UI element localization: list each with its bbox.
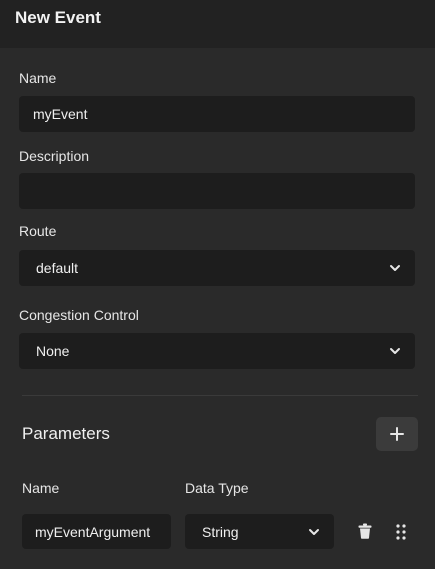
congestion-control-select[interactable]: None	[19, 333, 415, 369]
parameter-name-input[interactable]	[22, 514, 171, 549]
description-field[interactable]	[19, 173, 415, 209]
panel-header: New Event	[0, 0, 435, 48]
drag-handle[interactable]	[396, 524, 406, 540]
parameter-name-field[interactable]	[22, 514, 171, 549]
drag-handle-icon	[396, 524, 406, 540]
congestion-control-label: Congestion Control	[19, 307, 139, 323]
route-select[interactable]: default	[19, 250, 415, 286]
chevron-down-icon	[390, 265, 400, 271]
plus-icon	[390, 427, 404, 441]
chevron-down-icon	[309, 529, 319, 535]
section-divider	[22, 395, 418, 396]
chevron-down-icon	[390, 348, 400, 354]
name-field[interactable]	[19, 96, 415, 132]
route-label: Route	[19, 223, 57, 239]
delete-parameter-button[interactable]	[358, 523, 372, 539]
name-label: Name	[19, 70, 57, 86]
congestion-control-selected-value: None	[36, 343, 70, 359]
panel-title: New Event	[15, 8, 101, 27]
parameter-type-selected-value: String	[202, 524, 239, 540]
name-input[interactable]	[19, 96, 415, 132]
description-input[interactable]	[19, 173, 415, 209]
parameter-name-column-label: Name	[22, 480, 60, 496]
route-selected-value: default	[36, 260, 79, 276]
description-label: Description	[19, 148, 90, 164]
parameters-title: Parameters	[22, 424, 110, 443]
parameter-type-column-label: Data Type	[185, 480, 249, 496]
trash-icon	[358, 523, 372, 539]
parameter-type-select[interactable]: String	[185, 514, 334, 549]
add-parameter-button[interactable]	[376, 417, 418, 451]
